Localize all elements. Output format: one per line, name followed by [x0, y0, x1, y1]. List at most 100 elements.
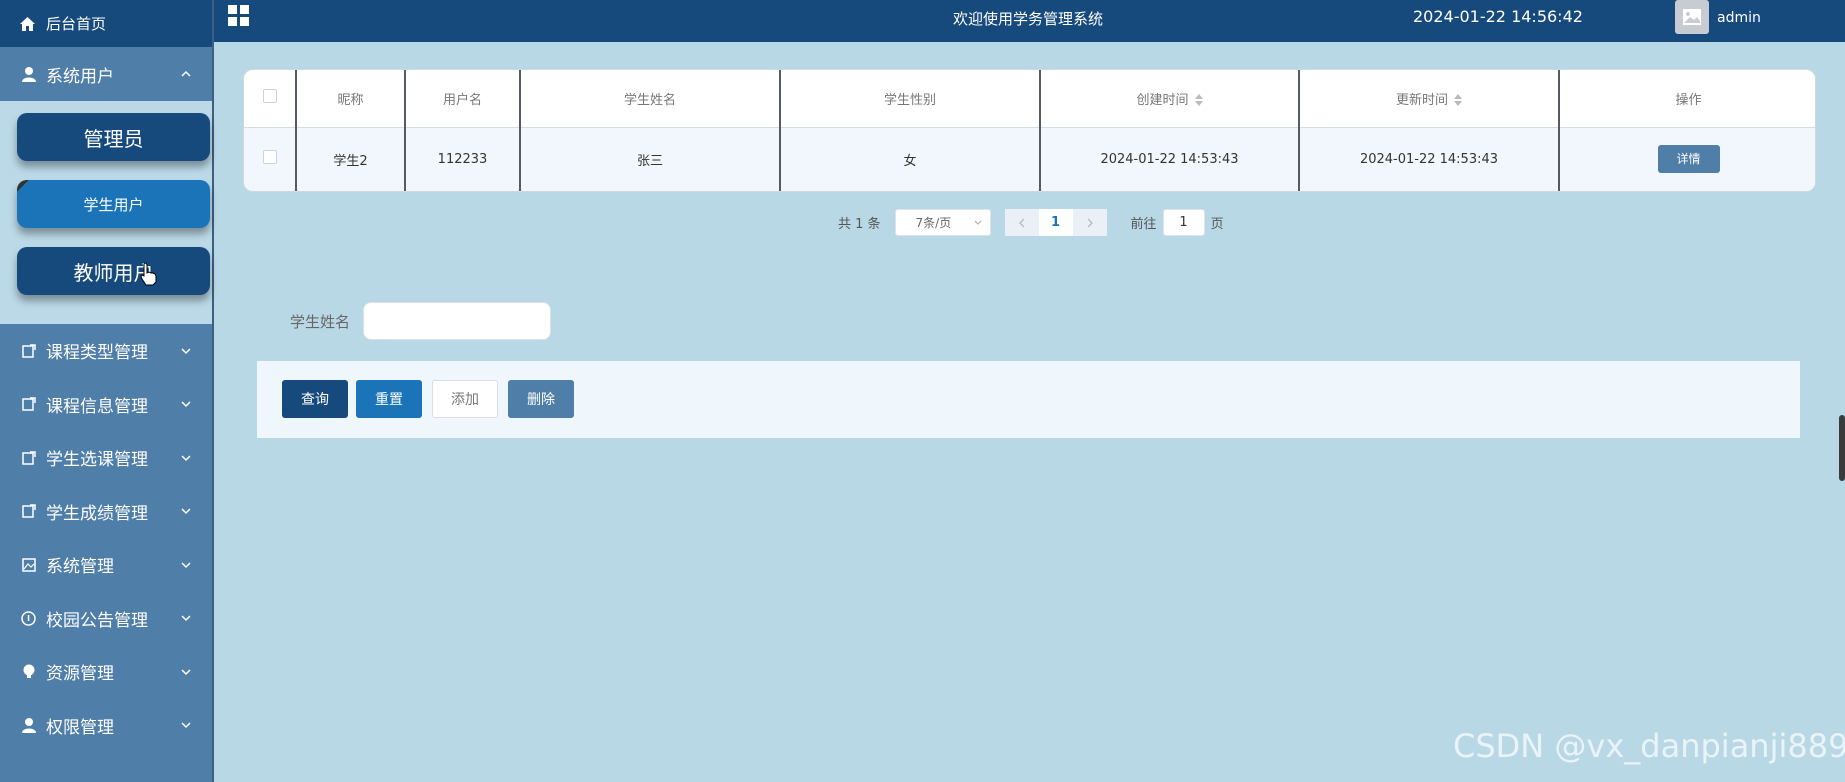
row-select-cell	[244, 127, 297, 191]
submenu-system-users: 管理员 学生用户 教师用户	[0, 101, 212, 324]
select-all-checkbox[interactable]	[262, 89, 277, 104]
sidebar-item-label: 课程类型管理	[46, 343, 148, 364]
chevron-right-icon	[1087, 218, 1093, 227]
sidebar-item-grades[interactable]: 学生成绩管理	[0, 485, 212, 539]
select-all-cell	[244, 70, 297, 128]
chevron-down-icon	[181, 722, 191, 729]
hand-cursor-icon	[140, 262, 157, 286]
sidebar-item-label: 课程信息管理	[46, 396, 148, 417]
sidebar-item-label: 学生成绩管理	[46, 503, 148, 524]
chevron-down-icon	[974, 220, 981, 225]
submenu-item-label: 学生用户	[83, 195, 144, 214]
user-icon	[20, 66, 37, 83]
avatar[interactable]	[1675, 0, 1709, 34]
column-header: 昵称	[296, 70, 406, 128]
scrollbar[interactable]	[1839, 415, 1845, 481]
action-bar: 查询 重置 添加 删除	[257, 361, 1800, 438]
chevron-down-icon	[181, 348, 191, 354]
column-header: 用户名	[405, 70, 521, 128]
edit-icon	[20, 396, 37, 413]
column-header-label: 更新时间	[1395, 92, 1448, 108]
cell-gender: 女	[780, 127, 1041, 191]
chevron-down-icon	[181, 508, 191, 515]
cell-nickname: 学生2	[296, 127, 406, 191]
sidebar-item-label: 学生选课管理	[46, 450, 148, 471]
corner-mark	[17, 180, 29, 192]
edit-icon	[20, 342, 37, 359]
username-label[interactable]: admin	[1717, 10, 1761, 26]
table-row: 学生2 112233 张三 女 2024-01-22 14:53:43 2024…	[244, 127, 1815, 191]
user-icon	[20, 717, 37, 734]
header-clock: 2024-01-22 14:56:42	[1413, 7, 1583, 26]
chevron-down-icon	[181, 401, 191, 408]
student-name-search-input[interactable]	[363, 302, 551, 340]
search-label: 学生姓名	[290, 313, 351, 331]
column-header-sortable[interactable]: 创建时间	[1040, 70, 1300, 128]
submenu-item-student[interactable]: 学生用户	[17, 180, 210, 228]
next-page-button[interactable]	[1072, 209, 1107, 236]
picture-icon	[20, 556, 37, 573]
page-size-value: 7条/页	[915, 216, 952, 230]
submenu-item-admin[interactable]: 管理员	[17, 113, 210, 161]
sidebar-item-course-selection[interactable]: 学生选课管理	[0, 431, 212, 485]
table-header-row: 昵称 用户名 学生姓名 学生性别 创建时间 更新时间 操作	[244, 70, 1815, 128]
cell-updated: 2024-01-22 14:53:43	[1299, 127, 1560, 191]
chevron-down-icon	[181, 615, 191, 622]
home-icon	[20, 16, 36, 32]
chevron-down-icon	[181, 562, 191, 568]
goto-label: 前往	[1130, 217, 1157, 232]
grid-menu-icon[interactable]	[228, 5, 250, 27]
page-suffix: 页	[1210, 217, 1224, 232]
sidebar-item-system-users[interactable]: 系统用户	[0, 47, 212, 101]
info-icon	[20, 610, 37, 627]
goto-page-input[interactable]: 1	[1162, 209, 1205, 236]
edit-icon	[20, 503, 37, 520]
chevron-left-icon	[1018, 218, 1025, 227]
sidebar-item-course-info[interactable]: 课程信息管理	[0, 378, 212, 432]
delete-button[interactable]: 删除	[508, 380, 574, 418]
top-header: 欢迎使用学务管理系统 2024-01-22 14:56:42 admin	[214, 0, 1845, 42]
sidebar-item-label: 系统用户	[46, 66, 114, 87]
app-title: 欢迎使用学务管理系统	[953, 10, 1104, 28]
page-number-current[interactable]: 1	[1038, 209, 1073, 236]
sidebar-item-label: 权限管理	[46, 717, 114, 738]
reset-button[interactable]: 重置	[356, 380, 422, 418]
cell-actions: 详情	[1559, 127, 1815, 191]
cell-created: 2024-01-22 14:53:43	[1040, 127, 1300, 191]
sidebar: 后台首页 系统用户 管理员 学生用户 教师用户 课程类型管理 课程信息管理 学生…	[0, 0, 214, 782]
sort-icon[interactable]	[1194, 94, 1203, 107]
sidebar-item-resources[interactable]: 资源管理	[0, 645, 212, 699]
lightbulb-icon	[20, 663, 37, 680]
sidebar-item-label: 资源管理	[46, 664, 114, 685]
sort-icon[interactable]	[1454, 94, 1462, 107]
submenu-item-teacher[interactable]: 教师用户	[17, 247, 210, 295]
image-icon	[1683, 9, 1701, 25]
sidebar-item-announcements[interactable]: 校园公告管理	[0, 592, 212, 646]
column-header: 操作	[1559, 70, 1815, 128]
query-button[interactable]: 查询	[282, 380, 348, 418]
chevron-down-icon	[181, 455, 191, 461]
cell-student-name: 张三	[520, 127, 781, 191]
sidebar-item-home[interactable]: 后台首页	[0, 0, 212, 47]
chevron-up-icon	[181, 70, 191, 77]
pagination: 共 1 条 7条/页 1 前往 1 页	[838, 209, 1224, 236]
sidebar-item-permissions[interactable]: 权限管理	[0, 699, 212, 753]
column-header-label: 创建时间	[1136, 92, 1189, 108]
edit-icon	[20, 449, 37, 466]
prev-page-button[interactable]	[1004, 209, 1039, 236]
watermark: CSDN @vx_danpianji889	[1453, 727, 1845, 765]
sidebar-item-label: 后台首页	[46, 15, 107, 33]
add-button[interactable]: 添加	[432, 380, 498, 418]
detail-button[interactable]: 详情	[1657, 145, 1720, 174]
data-table: 昵称 用户名 学生姓名 学生性别 创建时间 更新时间 操作 学生2 112233…	[243, 69, 1816, 192]
cell-username: 112233	[405, 127, 521, 191]
row-checkbox[interactable]	[262, 150, 277, 165]
column-header: 学生姓名	[520, 70, 781, 128]
column-header: 学生性别	[780, 70, 1041, 128]
page-size-select[interactable]: 7条/页	[894, 209, 991, 236]
chevron-down-icon	[181, 669, 191, 675]
sidebar-item-system[interactable]: 系统管理	[0, 538, 212, 592]
total-count: 共 1 条	[838, 217, 881, 232]
sidebar-item-course-type[interactable]: 课程类型管理	[0, 324, 212, 378]
column-header-sortable[interactable]: 更新时间	[1299, 70, 1560, 128]
